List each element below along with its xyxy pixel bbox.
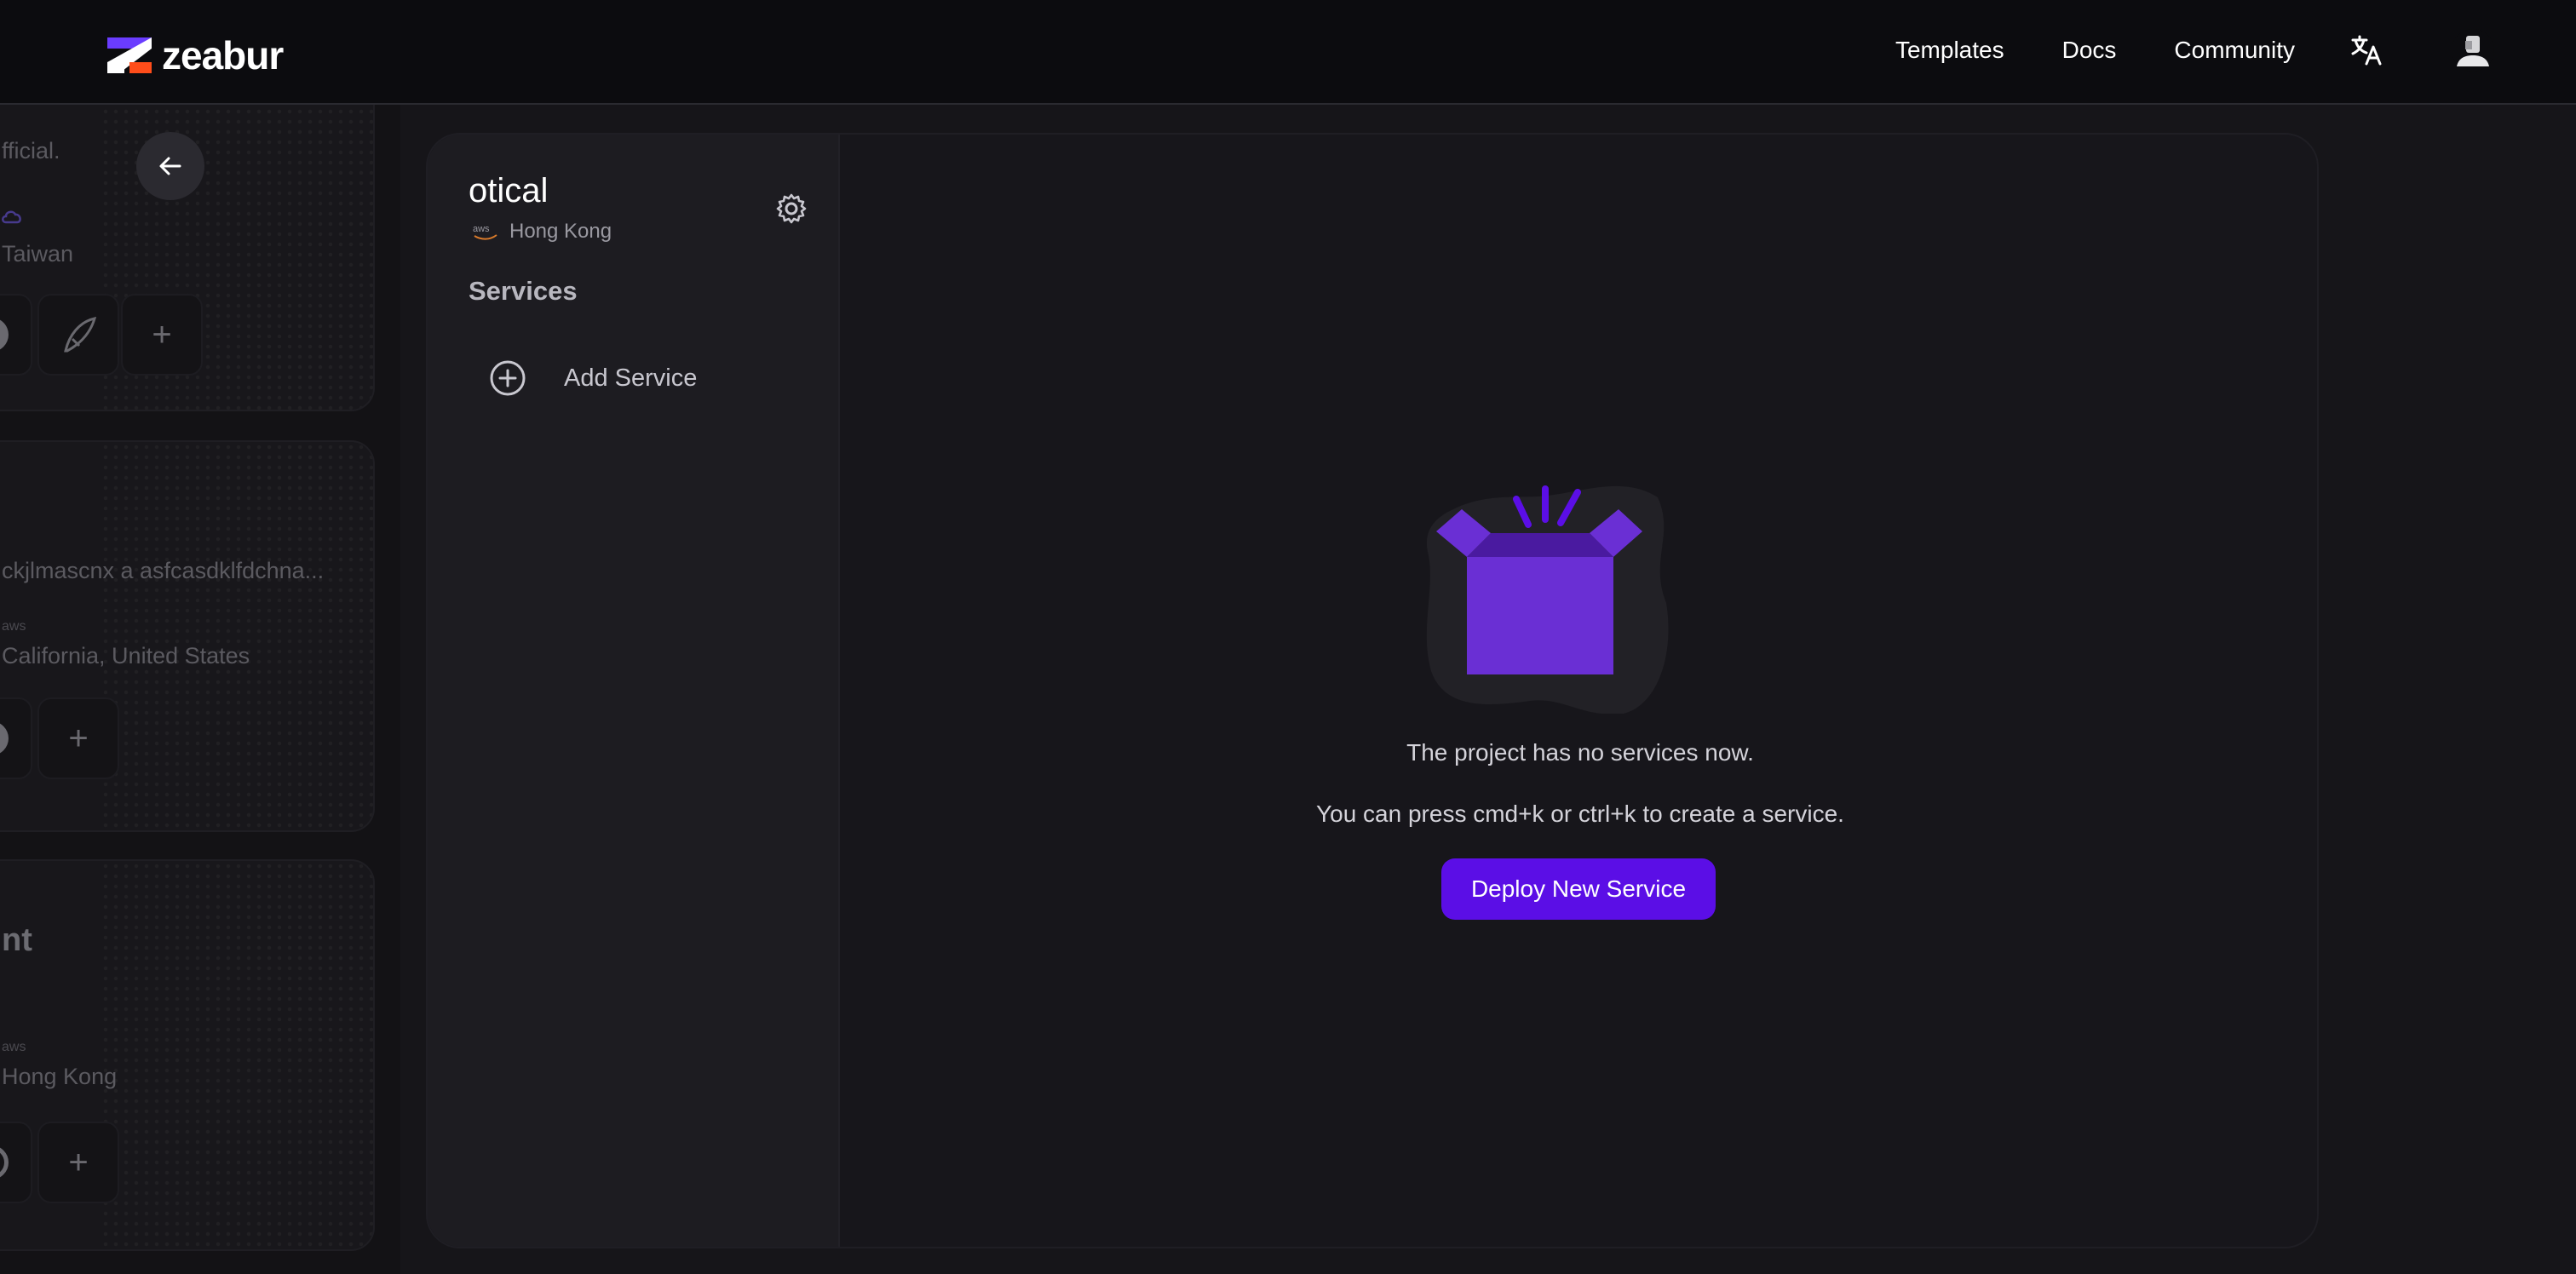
- nav-link-templates[interactable]: Templates: [1895, 26, 2004, 75]
- plus-circle-icon: [490, 360, 526, 396]
- project-name: otical: [469, 172, 549, 209]
- project-sidebar: otical aws Hong Kong Services Add Servic…: [428, 135, 840, 1247]
- top-navbar: zeabur Templates Docs Community: [0, 0, 2576, 105]
- arrow-left-icon: [159, 157, 181, 175]
- project-panel: otical aws Hong Kong Services Add Servic…: [426, 133, 2319, 1248]
- empty-services-state: The project has no services now. You can…: [840, 135, 2317, 1247]
- back-button[interactable]: [136, 132, 204, 200]
- aws-icon: aws: [473, 224, 497, 240]
- user-avatar-icon[interactable]: [2452, 29, 2494, 72]
- add-service-label: Add Service: [564, 364, 698, 392]
- zeabur-logo-icon: [107, 37, 152, 73]
- add-service-button[interactable]: Add Service: [489, 347, 813, 409]
- zeabur-logo[interactable]: zeabur: [107, 32, 284, 78]
- open-box-icon: [1426, 485, 1669, 714]
- nav-links: Templates Docs Community: [1895, 26, 2494, 75]
- nav-link-community[interactable]: Community: [2174, 26, 2295, 75]
- empty-state-title: The project has no services now.: [1406, 739, 1754, 766]
- services-heading: Services: [469, 276, 578, 306]
- deploy-new-service-button[interactable]: Deploy New Service: [1441, 858, 1716, 920]
- project-region-row: aws Hong Kong: [472, 220, 612, 244]
- translate-icon[interactable]: [2349, 33, 2383, 67]
- dim-overlay: [0, 105, 400, 1274]
- nav-link-docs[interactable]: Docs: [2062, 26, 2117, 75]
- svg-text:aws: aws: [473, 224, 490, 234]
- project-region: Hong Kong: [509, 220, 612, 243]
- brand-name: zeabur: [162, 33, 284, 77]
- empty-state-hint: You can press cmd+k or ctrl+k to create …: [1316, 801, 1844, 827]
- gear-icon[interactable]: [775, 192, 808, 225]
- project-list-background: fficial. Taiwan + ckjlmascnx a asfcasdkl…: [0, 105, 400, 1274]
